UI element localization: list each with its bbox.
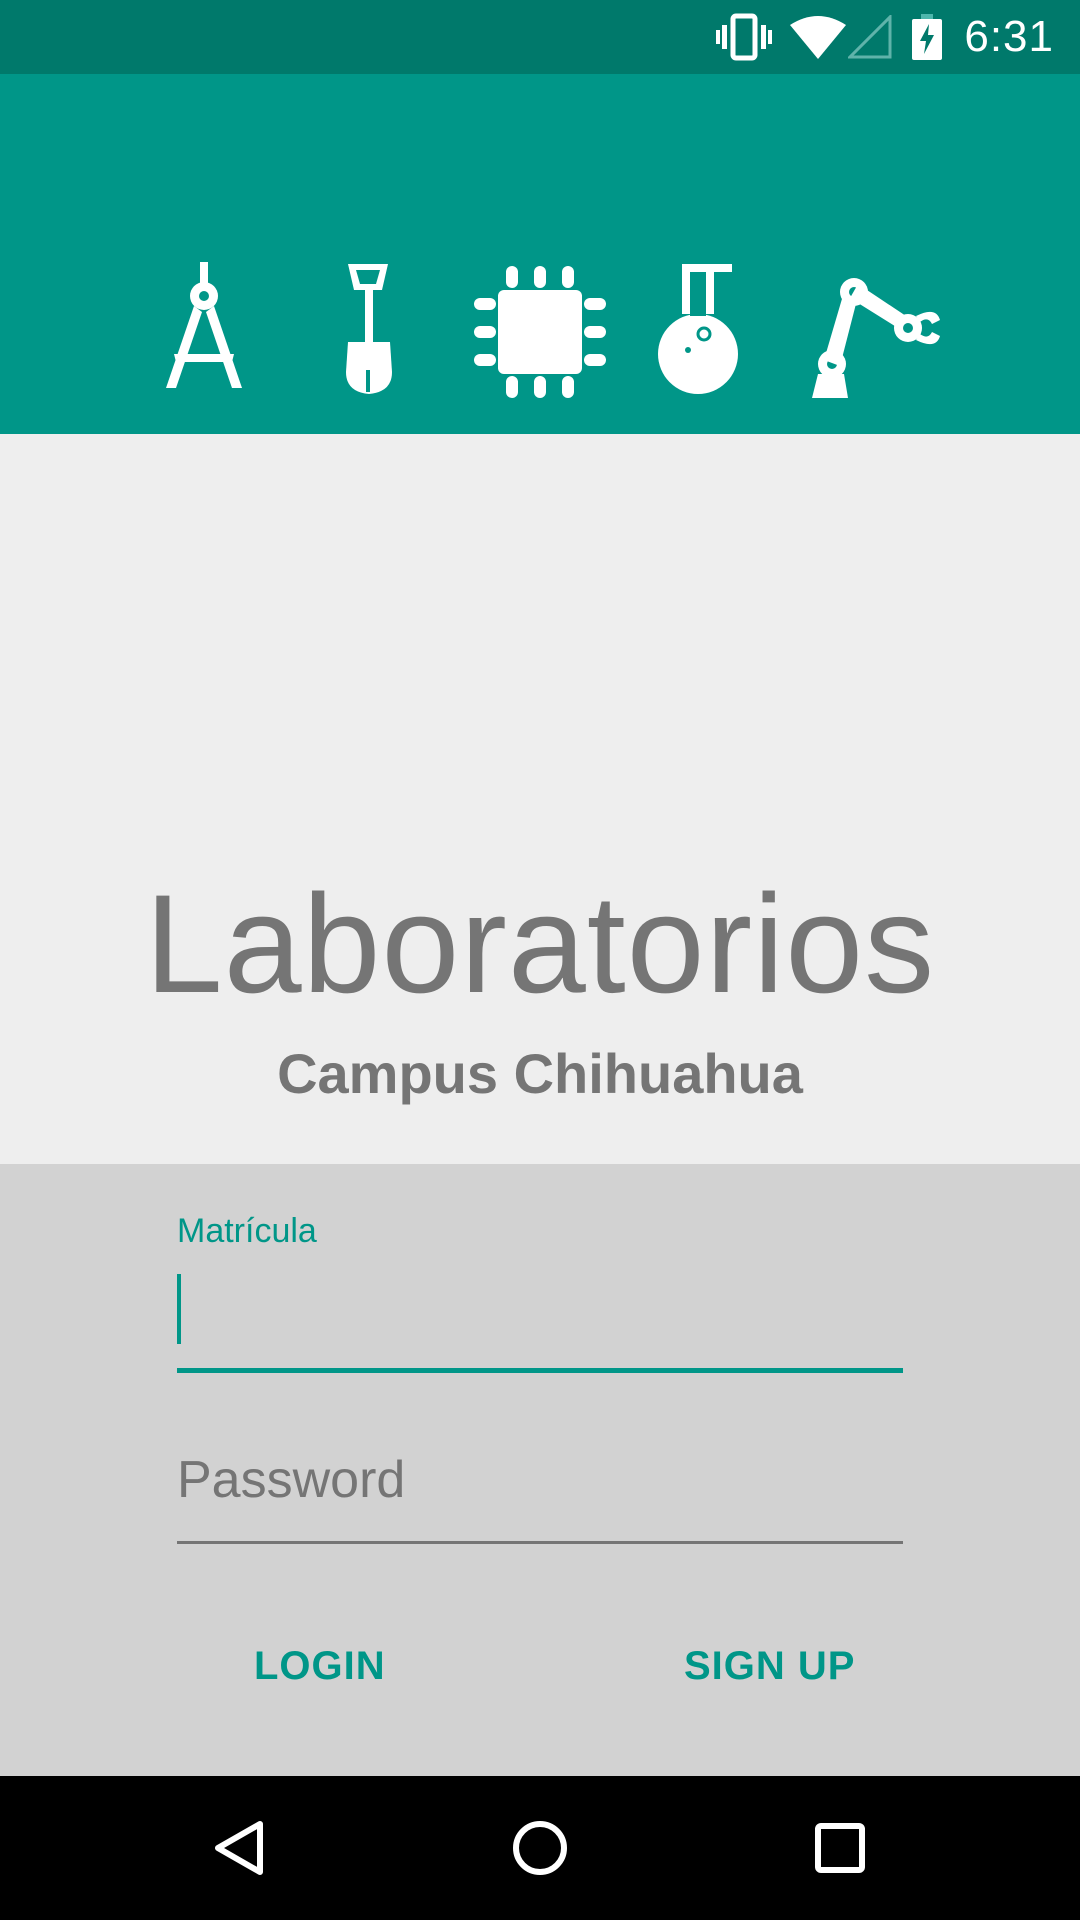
app-title: Laboratorios xyxy=(144,865,936,1022)
wifi-icon xyxy=(790,15,847,59)
header-banner xyxy=(0,74,1080,434)
password-input[interactable]: Password xyxy=(177,1450,405,1510)
status-bar: 6:31 xyxy=(0,0,1080,74)
status-time: 6:31 xyxy=(964,12,1054,61)
matricula-input[interactable] xyxy=(177,1272,903,1352)
title-area: Laboratorios Campus Chihuahua xyxy=(0,434,1080,1164)
text-cursor xyxy=(177,1274,181,1344)
login-button[interactable]: LOGIN xyxy=(234,1634,406,1699)
password-underline xyxy=(177,1541,903,1544)
matricula-underline xyxy=(177,1368,903,1373)
signup-button[interactable]: SIGN UP xyxy=(664,1634,875,1699)
compass-icon xyxy=(134,262,274,402)
battery-charging-icon xyxy=(912,14,943,60)
recents-icon[interactable] xyxy=(790,1798,890,1898)
matricula-label: Matrícula xyxy=(177,1212,317,1250)
login-form: Matrícula Password LOGIN SIGN UP xyxy=(0,1164,1080,1776)
app-subtitle: Campus Chihuahua xyxy=(277,1042,803,1105)
robot-arm-icon xyxy=(808,262,948,402)
shovel-icon xyxy=(302,262,442,402)
vibrate-icon xyxy=(716,12,773,62)
flask-icon xyxy=(638,262,778,402)
chip-icon xyxy=(470,262,610,402)
navigation-bar xyxy=(0,1776,1080,1920)
status-icons: 6:31 xyxy=(716,0,1080,74)
cell-signal-icon xyxy=(848,15,892,59)
back-icon[interactable] xyxy=(190,1798,290,1898)
home-icon[interactable] xyxy=(490,1798,590,1898)
